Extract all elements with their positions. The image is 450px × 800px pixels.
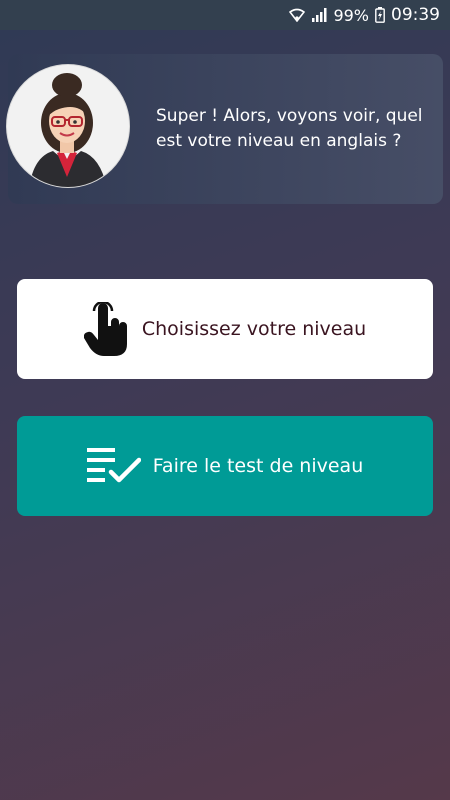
choose-level-button[interactable]: Choisissez votre niveau <box>17 279 433 379</box>
clock: 09:39 <box>391 5 440 25</box>
battery-charging-icon <box>375 7 385 23</box>
wifi-icon <box>289 8 306 22</box>
take-level-test-label: Faire le test de niveau <box>152 455 364 477</box>
teacher-avatar <box>6 64 130 188</box>
tutor-message: Super ! Alors, voyons voir, quel est vot… <box>156 106 423 151</box>
battery-percent: 99% <box>333 5 369 25</box>
hand-pointer-icon <box>83 302 128 356</box>
take-level-test-button[interactable]: Faire le test de niveau <box>17 416 433 516</box>
status-bar: 99% 09:39 <box>0 0 450 30</box>
signal-icon <box>311 8 327 22</box>
choose-level-label: Choisissez votre niveau <box>141 318 367 340</box>
checklist-icon <box>86 446 141 486</box>
